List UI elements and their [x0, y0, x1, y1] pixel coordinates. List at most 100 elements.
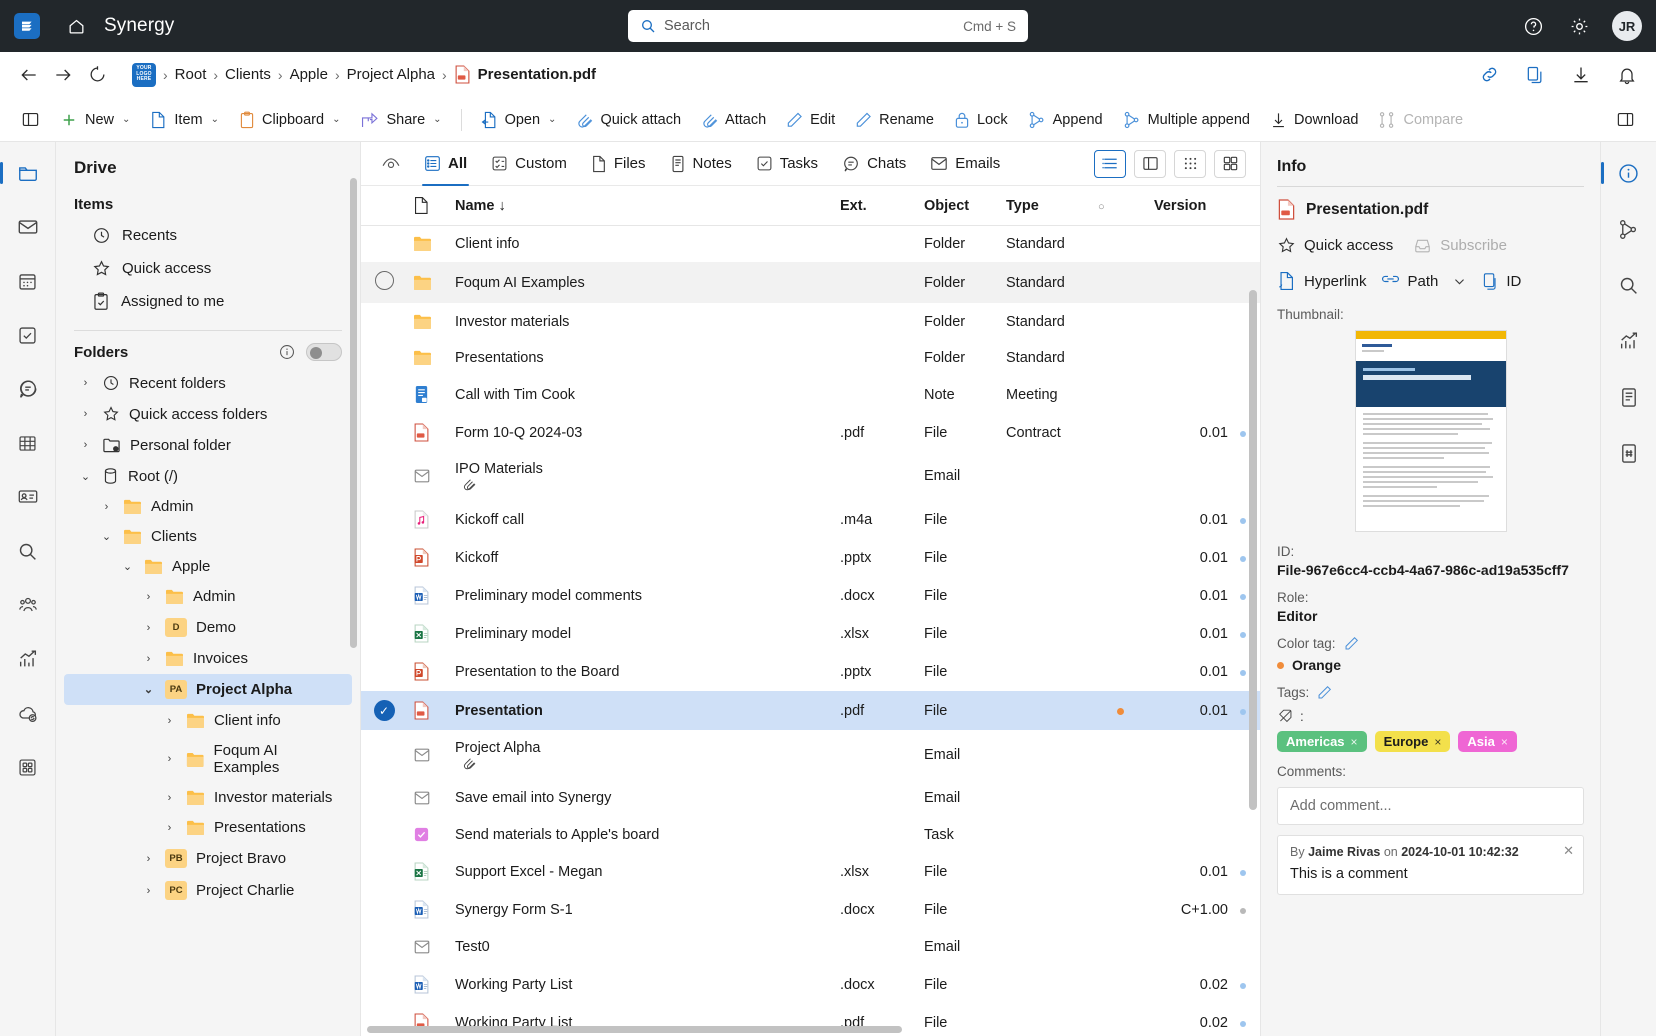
tree-expand-arrow[interactable]: › — [141, 885, 156, 897]
row-name-cell[interactable]: Preliminary model comments — [449, 577, 834, 615]
row-select-cell[interactable] — [361, 891, 407, 929]
tree-item-project-charlie[interactable]: › PC Project Charlie — [64, 875, 352, 906]
table-row[interactable]: Call with Tim Cook Note Meeting — [361, 376, 1260, 414]
tree-item-project-bravo[interactable]: › PB Project Bravo — [64, 843, 352, 874]
item-button[interactable]: Item ⌄ — [141, 106, 228, 134]
tree-expand-arrow[interactable]: ⌄ — [78, 470, 93, 483]
rail-apps-icon[interactable] — [11, 750, 45, 784]
rename-button[interactable]: Rename — [846, 106, 943, 134]
info-path-expand-chevron[interactable] — [1452, 274, 1467, 289]
tree-expand-arrow[interactable]: › — [141, 653, 156, 665]
row-select-cell[interactable]: ✓ — [361, 690, 407, 731]
tab-tasks[interactable]: Tasks — [745, 149, 829, 178]
help-icon[interactable] — [1520, 13, 1546, 39]
info-id-button[interactable]: ID — [1481, 272, 1521, 291]
row-name-cell[interactable]: Form 10-Q 2024-03 — [449, 414, 834, 452]
table-row[interactable]: Support Excel - Megan .xlsx File 0.01 — [361, 853, 1260, 891]
tree-item-project-alpha[interactable]: ⌄ PA Project Alpha — [64, 674, 352, 705]
back-icon[interactable] — [14, 60, 44, 90]
view-split-button[interactable] — [1134, 149, 1166, 178]
row-name-cell[interactable]: Preliminary model — [449, 615, 834, 653]
row-name-cell[interactable]: Project Alpha — [449, 731, 834, 780]
rail-mail-icon[interactable] — [11, 210, 45, 244]
lock-button[interactable]: Lock — [945, 106, 1017, 134]
tree-item-invoices[interactable]: › Invoices — [64, 644, 352, 673]
rail-table-icon[interactable] — [11, 426, 45, 460]
row-name-cell[interactable]: Working Party List — [449, 966, 834, 1004]
row-select-cell[interactable] — [361, 966, 407, 1004]
comment-delete-icon[interactable]: ✕ — [1563, 843, 1574, 859]
breadcrumb-item-apple[interactable]: Apple — [290, 66, 328, 83]
breadcrumb-item-project-alpha[interactable]: Project Alpha — [347, 66, 435, 83]
table-row[interactable]: Foqum AI Examples Folder Standard — [361, 261, 1260, 304]
tree-item-client-info[interactable]: › Client info — [64, 706, 352, 735]
tree-expand-arrow[interactable]: › — [162, 822, 177, 834]
row-name-cell[interactable]: Presentation to the Board — [449, 653, 834, 691]
tree-item-admin[interactable]: › Admin — [64, 582, 352, 611]
table-row[interactable]: Test0 Email — [361, 929, 1260, 966]
rail-analytics-icon[interactable] — [11, 642, 45, 676]
edit-pencil-icon[interactable] — [1344, 636, 1359, 651]
tab-emails[interactable]: Emails — [919, 149, 1011, 178]
tag-remove-icon[interactable]: × — [1351, 735, 1358, 749]
row-select-cell[interactable] — [361, 615, 407, 653]
tree-item-admin[interactable]: › Admin — [64, 492, 352, 521]
info-subscribe-button[interactable]: Subscribe — [1413, 236, 1507, 255]
download-button[interactable]: Download — [1261, 106, 1368, 134]
view-grid-button[interactable] — [1174, 149, 1206, 178]
quick-attach-button[interactable]: Quick attach — [567, 106, 690, 134]
info-quick-access-button[interactable]: Quick access — [1277, 236, 1393, 255]
tab-files[interactable]: Files — [580, 149, 657, 179]
rail-contact-card-icon[interactable] — [11, 480, 45, 514]
row-name-cell[interactable]: Investor materials — [449, 304, 834, 340]
row-select-cell[interactable] — [361, 304, 407, 340]
rail-chat-icon[interactable] — [11, 372, 45, 406]
copy-page-icon[interactable] — [1520, 60, 1550, 90]
app-logo-icon[interactable] — [14, 13, 40, 39]
row-name-cell[interactable]: IPO Materials — [449, 452, 834, 501]
tree-expand-arrow[interactable]: › — [162, 753, 177, 765]
rail-people-icon[interactable] — [11, 588, 45, 622]
table-row[interactable]: Kickoff .pptx File 0.01 — [361, 539, 1260, 577]
tag-europe[interactable]: Europe × — [1374, 731, 1451, 752]
tree-item-recent-folders[interactable]: › Recent folders — [64, 368, 352, 398]
row-select-cell[interactable] — [361, 452, 407, 501]
table-row[interactable]: Kickoff call .m4a File 0.01 — [361, 501, 1260, 539]
add-comment-input[interactable]: Add comment... — [1277, 787, 1584, 825]
view-list-button[interactable] — [1094, 149, 1126, 178]
tag-asia[interactable]: Asia × — [1458, 731, 1517, 752]
rail-analytics-icon[interactable] — [1612, 324, 1646, 358]
compare-button[interactable]: Compare — [1369, 106, 1472, 134]
sidebar-item-assigned-to-me[interactable]: Assigned to me — [62, 285, 354, 318]
rail-numbering-icon[interactable] — [1612, 436, 1646, 470]
row-select-cell[interactable] — [361, 577, 407, 615]
row-checkbox[interactable] — [374, 271, 394, 290]
row-select-cell[interactable] — [361, 929, 407, 966]
info-thumbnail[interactable] — [1354, 330, 1507, 532]
view-tiles-button[interactable] — [1214, 149, 1246, 178]
table-row[interactable]: Presentation to the Board .pptx File 0.01 — [361, 653, 1260, 691]
table-row[interactable]: Presentations Folder Standard — [361, 340, 1260, 376]
table-row[interactable]: Investor materials Folder Standard — [361, 304, 1260, 340]
download-icon[interactable] — [1566, 60, 1596, 90]
folders-toggle[interactable] — [306, 343, 342, 361]
tree-item-investor-materials[interactable]: › Investor materials — [64, 783, 352, 812]
toggle-info-panel-button[interactable] — [1607, 105, 1644, 134]
column-version[interactable]: Version — [1148, 186, 1234, 226]
table-row[interactable]: Project Alpha Email — [361, 731, 1260, 780]
avatar[interactable]: JR — [1612, 11, 1642, 41]
table-row[interactable]: Synergy Form S-1 .docx File C+1.00 — [361, 891, 1260, 929]
rail-task-icon[interactable] — [11, 318, 45, 352]
rail-calendar-icon[interactable] — [11, 264, 45, 298]
breadcrumb-item-clients[interactable]: Clients — [225, 66, 271, 83]
tag-americas[interactable]: Americas × — [1277, 731, 1367, 752]
toggle-sidebar-button[interactable] — [12, 105, 49, 134]
new-button[interactable]: New ⌄ — [51, 106, 139, 134]
edit-pencil-icon[interactable] — [1317, 685, 1332, 700]
column-type[interactable]: Type — [1000, 186, 1092, 226]
row-name-cell[interactable]: Save email into Synergy — [449, 780, 834, 817]
multiple-append-button[interactable]: Multiple append — [1114, 106, 1259, 134]
info-icon[interactable] — [278, 343, 296, 361]
tree-expand-arrow[interactable]: › — [162, 792, 177, 804]
row-select-cell[interactable] — [361, 853, 407, 891]
